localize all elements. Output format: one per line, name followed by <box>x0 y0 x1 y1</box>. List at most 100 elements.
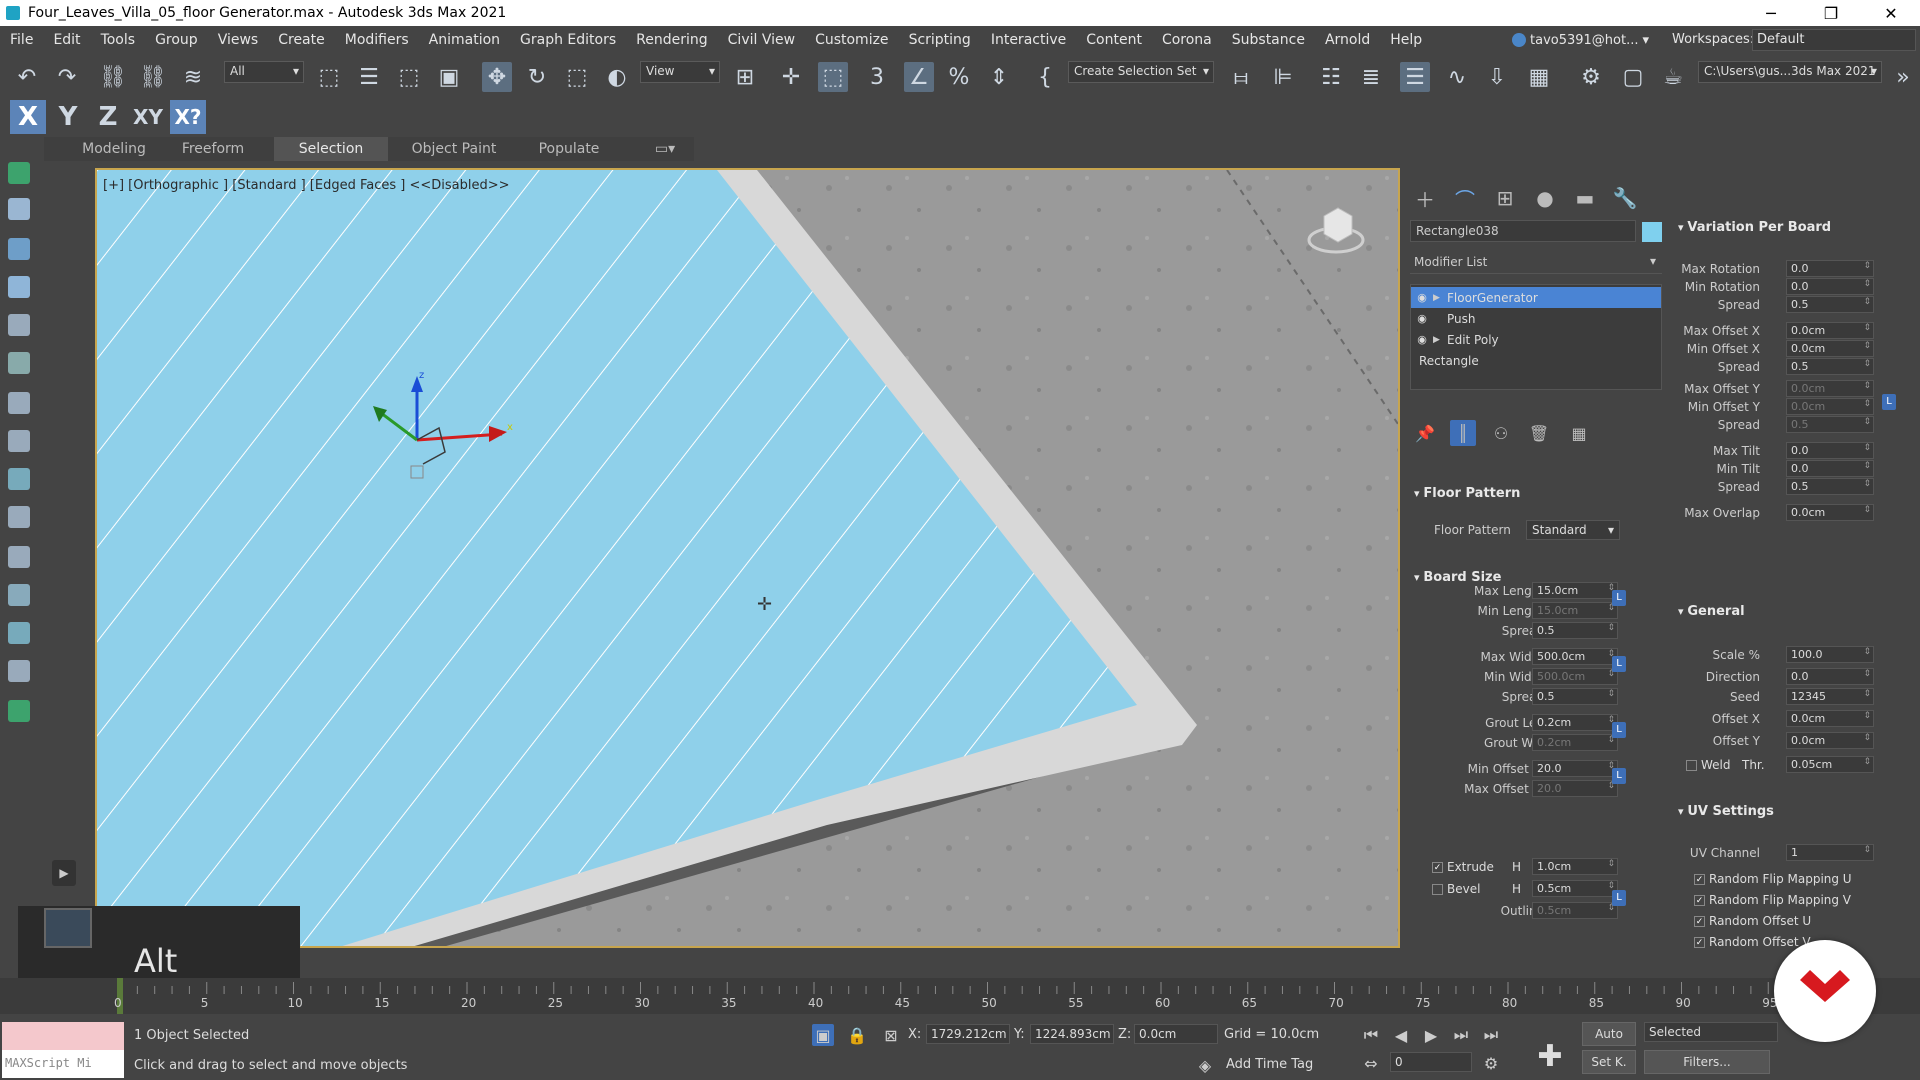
utilities-tab-icon[interactable]: 🔧 <box>1608 184 1642 212</box>
menu-scripting[interactable]: Scripting <box>899 32 981 48</box>
random-offset-u-checkbox[interactable]: ✓ Random Offset U <box>1694 914 1811 928</box>
rotate-icon[interactable] <box>8 430 30 452</box>
walk-icon[interactable] <box>8 660 30 682</box>
go-to-start-icon[interactable]: ⏮ <box>1360 1024 1382 1046</box>
menu-arnold[interactable]: Arnold <box>1315 32 1380 48</box>
variation-value[interactable]: 0.5 <box>1786 358 1874 375</box>
workspace-dropdown[interactable]: Default <box>1752 29 1916 51</box>
board-size-value[interactable]: 0.5 <box>1532 622 1618 639</box>
variation-row[interactable]: Spread 0.5 <box>1674 358 1874 376</box>
maximize-button[interactable]: ❐ <box>1808 0 1854 26</box>
extrude-h-value[interactable]: 1.0cm <box>1532 858 1618 875</box>
go-to-end-icon[interactable]: ⏭ <box>1480 1024 1502 1046</box>
named-selection-set-dropdown[interactable]: Create Selection Set <box>1068 61 1214 83</box>
board-size-row[interactable]: Spread 0.5 <box>1404 688 1664 706</box>
board-size-value[interactable]: 20.0 <box>1532 760 1618 777</box>
general-row[interactable]: Offset X 0.0cm <box>1674 710 1874 728</box>
brush-icon[interactable] <box>8 352 30 374</box>
modify-tab-icon[interactable]: ⌒ <box>1448 184 1482 212</box>
close-button[interactable]: ✕ <box>1868 0 1914 26</box>
snaps-toggle-icon[interactable]: 3 <box>862 62 892 92</box>
reference-coordinate-dropdown[interactable]: View <box>640 61 720 83</box>
camera-icon[interactable] <box>8 238 30 260</box>
isolate-selection-icon[interactable]: ▣ <box>812 1024 834 1046</box>
board-size-value[interactable]: 15.0cm <box>1532 582 1618 599</box>
modifier-list-dropdown[interactable]: Modifier List <box>1410 252 1662 274</box>
rectangular-selection-icon[interactable]: ⬚ <box>394 62 424 92</box>
variation-row[interactable]: Max Offset X 0.0cm <box>1674 322 1874 340</box>
select-and-move-icon[interactable]: ✥ <box>482 62 512 92</box>
light-icon[interactable] <box>8 392 30 414</box>
board-size-row[interactable]: Spread 0.5 <box>1404 622 1664 640</box>
toolbar-overflow-icon[interactable]: » <box>1888 62 1918 92</box>
remove-modifier-icon[interactable]: 🗑 <box>1526 420 1552 446</box>
select-and-rotate-icon[interactable]: ↻ <box>522 62 552 92</box>
variation-value[interactable]: 0.0 <box>1786 460 1874 477</box>
stack-item-rectangle[interactable]: Rectangle <box>1411 350 1661 371</box>
select-and-scale-icon[interactable]: ⬚ <box>562 62 592 92</box>
ribbon-options-icon[interactable]: ▭▾ <box>650 137 680 161</box>
menu-civil-view[interactable]: Civil View <box>718 32 805 48</box>
general-row[interactable]: Offset Y 0.0cm <box>1674 732 1874 750</box>
make-unique-icon[interactable]: ⚇ <box>1488 420 1514 446</box>
select-by-name-icon[interactable]: ☰ <box>354 62 384 92</box>
variation-row[interactable]: Max Offset Y 0.0cm <box>1674 380 1874 398</box>
current-frame-field[interactable]: 0 <box>1390 1052 1472 1072</box>
material-editor-icon[interactable]: ▦ <box>1524 62 1554 92</box>
uv-channel-field[interactable]: UV Channel 1 <box>1674 844 1874 862</box>
general-value[interactable]: 100.0 <box>1786 646 1874 663</box>
menu-customize[interactable]: Customize <box>805 32 899 48</box>
menu-group[interactable]: Group <box>145 32 208 48</box>
stack-item-edit-poly[interactable]: ◉ ▶ Edit Poly <box>1411 329 1661 350</box>
lock-bevel-button[interactable]: L <box>1612 890 1626 906</box>
maxscript-mini-listener[interactable]: MAXScript Mi <box>2 1050 124 1078</box>
display-tab-icon[interactable]: ▬ <box>1568 184 1602 212</box>
select-and-place-icon[interactable]: ◐ <box>602 62 632 92</box>
variation-row[interactable]: Spread 0.5 <box>1674 296 1874 314</box>
object-name-field[interactable]: Rectangle038 <box>1410 220 1636 242</box>
eye-icon[interactable]: ◉ <box>1411 291 1433 304</box>
axis-z-button[interactable]: Z <box>90 100 126 134</box>
bulb-icon[interactable] <box>8 700 30 722</box>
gizmo-plane-handle[interactable] <box>416 426 446 465</box>
menu-edit[interactable]: Edit <box>43 32 90 48</box>
scene-explorer-icon[interactable]: ☷ <box>1316 62 1346 92</box>
create-icon[interactable] <box>8 162 30 184</box>
board-size-value[interactable]: 500.0cm <box>1532 668 1618 685</box>
general-value[interactable]: 0.0cm <box>1786 710 1874 727</box>
general-row[interactable]: Seed 12345 <box>1674 688 1874 706</box>
eye-icon[interactable]: ◉ <box>1411 312 1433 325</box>
unlink-icon[interactable]: ⛓ <box>138 62 168 92</box>
board-size-value[interactable]: 0.2cm <box>1532 734 1618 751</box>
menu-file[interactable]: File <box>0 32 43 48</box>
tab-populate[interactable]: Populate <box>522 137 616 161</box>
thr-value[interactable]: 0.05cm <box>1786 756 1874 773</box>
variation-value[interactable]: 0.0cm <box>1786 504 1874 521</box>
x-coordinate-field[interactable]: 1729.212cm <box>926 1024 1010 1044</box>
add-time-tag[interactable]: Add Time Tag <box>1226 1057 1313 1072</box>
axis-x-button[interactable]: X <box>10 100 46 134</box>
thr-field[interactable]: 0.05cm <box>1674 756 1874 774</box>
keyboard-shortcut-override-icon[interactable]: ⬚ <box>818 62 848 92</box>
percent-snap-icon[interactable]: % <box>944 62 974 92</box>
variation-row[interactable]: Max Rotation 0.0 <box>1674 260 1874 278</box>
floor-pattern-rollout[interactable]: Floor Pattern <box>1414 486 1520 501</box>
expand-icon[interactable]: ▶ <box>1433 293 1447 303</box>
tab-selection[interactable]: Selection <box>274 137 388 161</box>
variation-value[interactable]: 0.5 <box>1786 416 1874 433</box>
pin-stack-icon[interactable]: 📌 <box>1412 420 1438 446</box>
general-row[interactable]: Direction 0.0 <box>1674 668 1874 686</box>
stack-item-push[interactable]: ◉ Push <box>1411 308 1661 329</box>
menu-substance[interactable]: Substance <box>1222 32 1315 48</box>
render-setup-icon[interactable]: ⚙ <box>1576 62 1606 92</box>
menu-corona[interactable]: Corona <box>1152 32 1222 48</box>
outline-value[interactable]: 0.5cm <box>1532 902 1618 919</box>
variation-value[interactable]: 0.0cm <box>1786 322 1874 339</box>
absolute-mode-icon[interactable]: ⊠ <box>880 1024 902 1046</box>
menu-tools[interactable]: Tools <box>91 32 146 48</box>
general-rollout[interactable]: General <box>1678 604 1744 619</box>
pivot-center-icon[interactable]: ⊞ <box>730 62 760 92</box>
gizmo-x-arrow[interactable] <box>489 426 507 442</box>
link-icon[interactable]: ⛓ <box>98 62 128 92</box>
general-row[interactable]: Scale % 100.0 <box>1674 646 1874 664</box>
